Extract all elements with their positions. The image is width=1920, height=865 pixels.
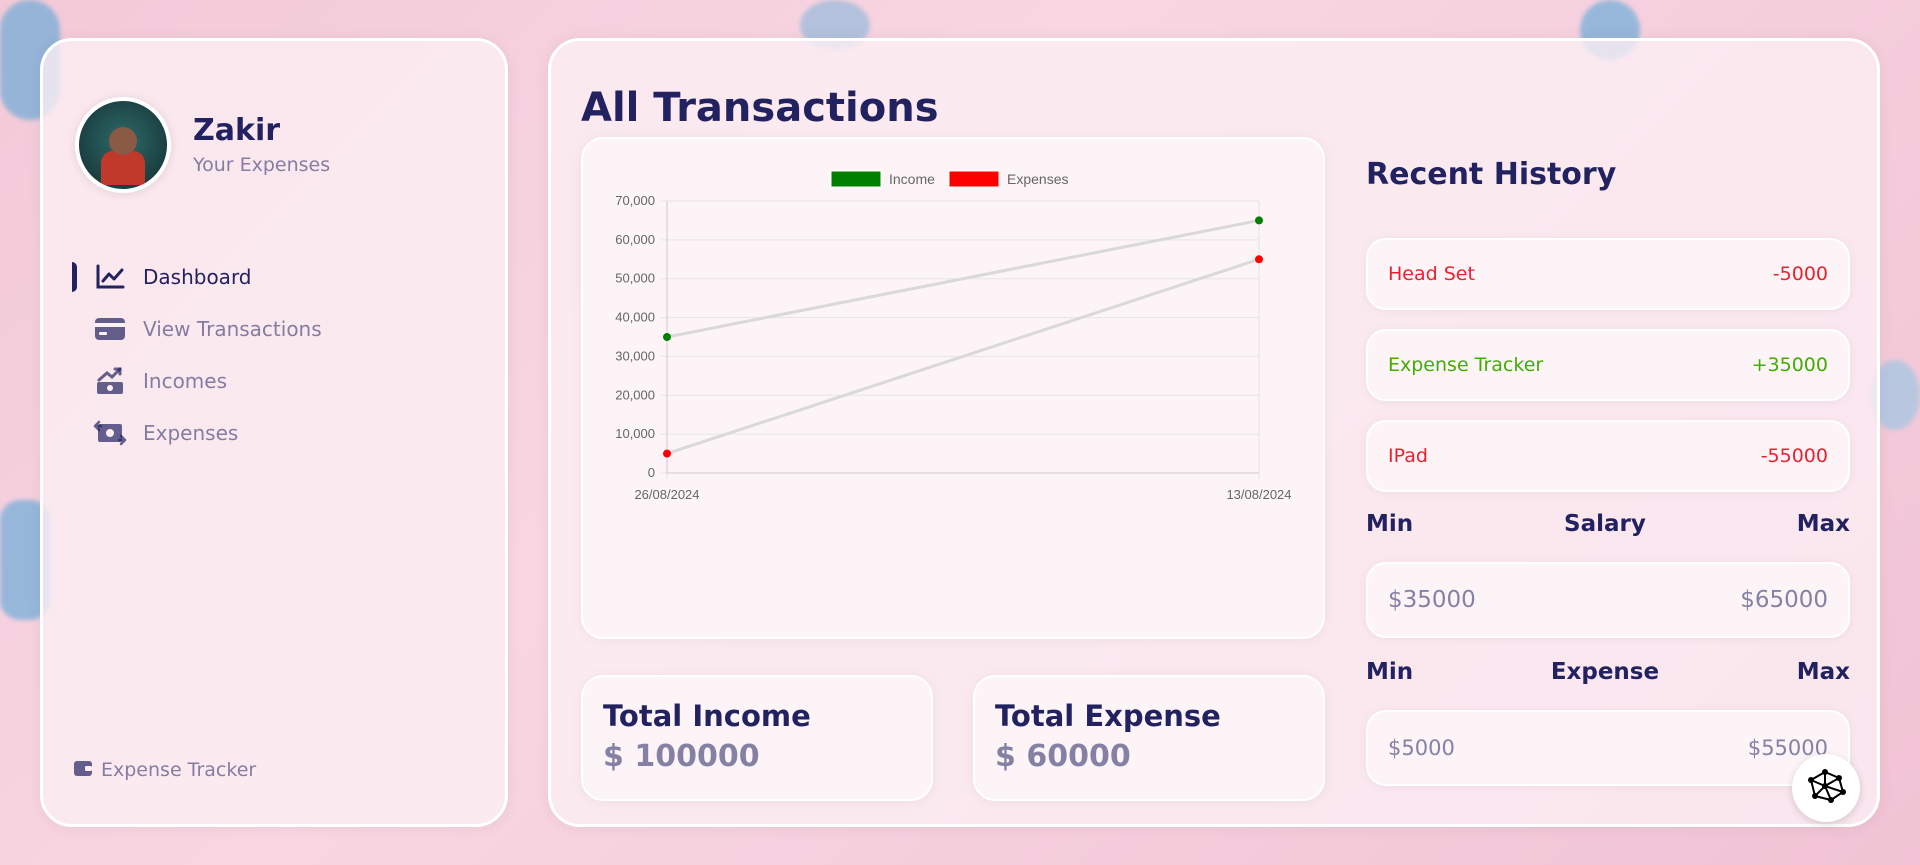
legend-label-income: Income [889,171,935,187]
nav-label: Expenses [143,421,239,445]
footer-label: Expense Tracker [101,759,257,781]
total-expense-title: Total Expense [995,699,1221,733]
history-item: Expense Tracker +35000 [1366,329,1850,401]
data-point-expenses [1255,255,1263,264]
recent-history-title: Recent History [1366,157,1617,192]
salary-title: Salary [1564,511,1646,537]
money-exchange-icon [93,418,127,448]
history-item-name: IPad [1388,445,1428,467]
data-point-income [663,333,671,341]
footer-expense-tracker-link[interactable]: Expense Tracker [73,759,256,781]
history-item-amount: +35000 [1751,354,1828,376]
nav-label: View Transactions [143,317,322,341]
wallet-icon [73,759,93,781]
x-tick-label: 26/08/2024 [634,487,699,502]
money-trend-icon [93,366,127,396]
nav-item-view-transactions[interactable]: View Transactions [43,303,505,355]
history-item-name: Expense Tracker [1388,354,1544,376]
y-tick-label: 70,000 [615,193,655,208]
data-point-expenses [663,449,671,458]
transactions-line-chart: 0 10,000 20,000 30,000 40,000 50,000 60,000 70,… [615,170,1292,502]
x-tick-label: 13/08/2024 [1226,487,1291,502]
data-point-income [1255,216,1263,225]
profile-subtitle: Your Expenses [193,154,331,176]
total-income-value: $ 100000 [603,739,760,774]
salary-min-value: $35000 [1388,587,1476,613]
network-graph-button[interactable] [1792,754,1860,822]
total-expense-value: $ 60000 [995,739,1131,774]
nav-label: Incomes [143,369,228,393]
expense-range-box: $5000 $55000 [1366,710,1850,786]
profile-name: Zakir [193,113,281,148]
avatar [75,97,171,193]
credit-card-icon [93,314,127,344]
chart-line-icon [93,262,127,292]
transactions-chart-card: 0 10,000 20,000 30,000 40,000 50,000 60,000 70,… [581,137,1325,639]
salary-range-header: Min Salary Max [1366,511,1850,537]
history-item-amount: -5000 [1772,263,1828,285]
legend-swatch-income [830,170,882,188]
y-tick-label: 20,000 [615,387,655,402]
y-tick-label: 60,000 [615,232,655,247]
page-title: All Transactions [581,85,939,131]
y-tick-label: 50,000 [615,271,655,286]
history-item: Head Set -5000 [1366,238,1850,310]
y-tick-label: 0 [648,465,655,480]
main-content: All Transactions 0 10,000 20,000 30,000 40,0… [548,38,1880,827]
nav-item-expenses[interactable]: Expenses [43,407,505,459]
legend-label-expenses: Expenses [1007,171,1068,187]
salary-max-value: $65000 [1740,587,1828,613]
history-item: IPad -55000 [1366,420,1850,492]
nav-menu: Dashboard View Transactions Incomes Expe… [43,251,505,459]
expense-title: Expense [1550,659,1660,685]
y-tick-label: 40,000 [615,310,655,325]
expense-min-value: $5000 [1388,736,1455,760]
nav-item-incomes[interactable]: Incomes [43,355,505,407]
salary-max-label: Max [1796,511,1850,537]
expense-max-label: Max [1796,659,1850,685]
salary-min-label: Min [1366,511,1414,537]
expense-range-header: Min Expense Max [1366,659,1850,685]
nav-item-dashboard[interactable]: Dashboard [43,251,505,303]
nav-label: Dashboard [143,265,252,289]
sidebar: Zakir Your Expenses Dashboard View Trans… [40,38,508,827]
y-tick-label: 30,000 [615,348,655,363]
y-tick-label: 10,000 [615,426,655,441]
total-expense-card: Total Expense $ 60000 [973,675,1325,801]
history-item-amount: -55000 [1760,445,1828,467]
active-indicator [72,262,77,292]
legend-swatch-expenses [948,170,1000,188]
total-income-card: Total Income $ 100000 [581,675,933,801]
expense-min-label: Min [1366,659,1414,685]
salary-range-box: $35000 $65000 [1366,562,1850,638]
history-item-name: Head Set [1388,263,1475,285]
total-income-title: Total Income [603,699,811,733]
network-graph-icon [1803,766,1849,810]
